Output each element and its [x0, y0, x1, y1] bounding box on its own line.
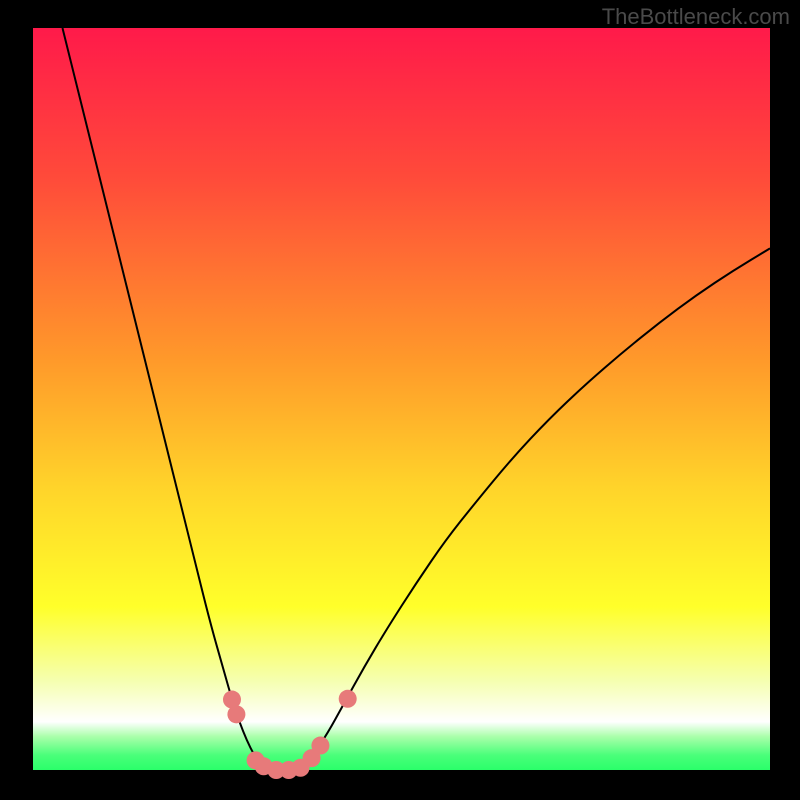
chart-container: TheBottleneck.com: [0, 0, 800, 800]
plot-background: [33, 28, 770, 770]
marker-point: [311, 737, 329, 755]
marker-point: [339, 690, 357, 708]
bottleneck-chart: [0, 0, 800, 800]
watermark-text: TheBottleneck.com: [602, 4, 790, 30]
marker-point: [227, 705, 245, 723]
